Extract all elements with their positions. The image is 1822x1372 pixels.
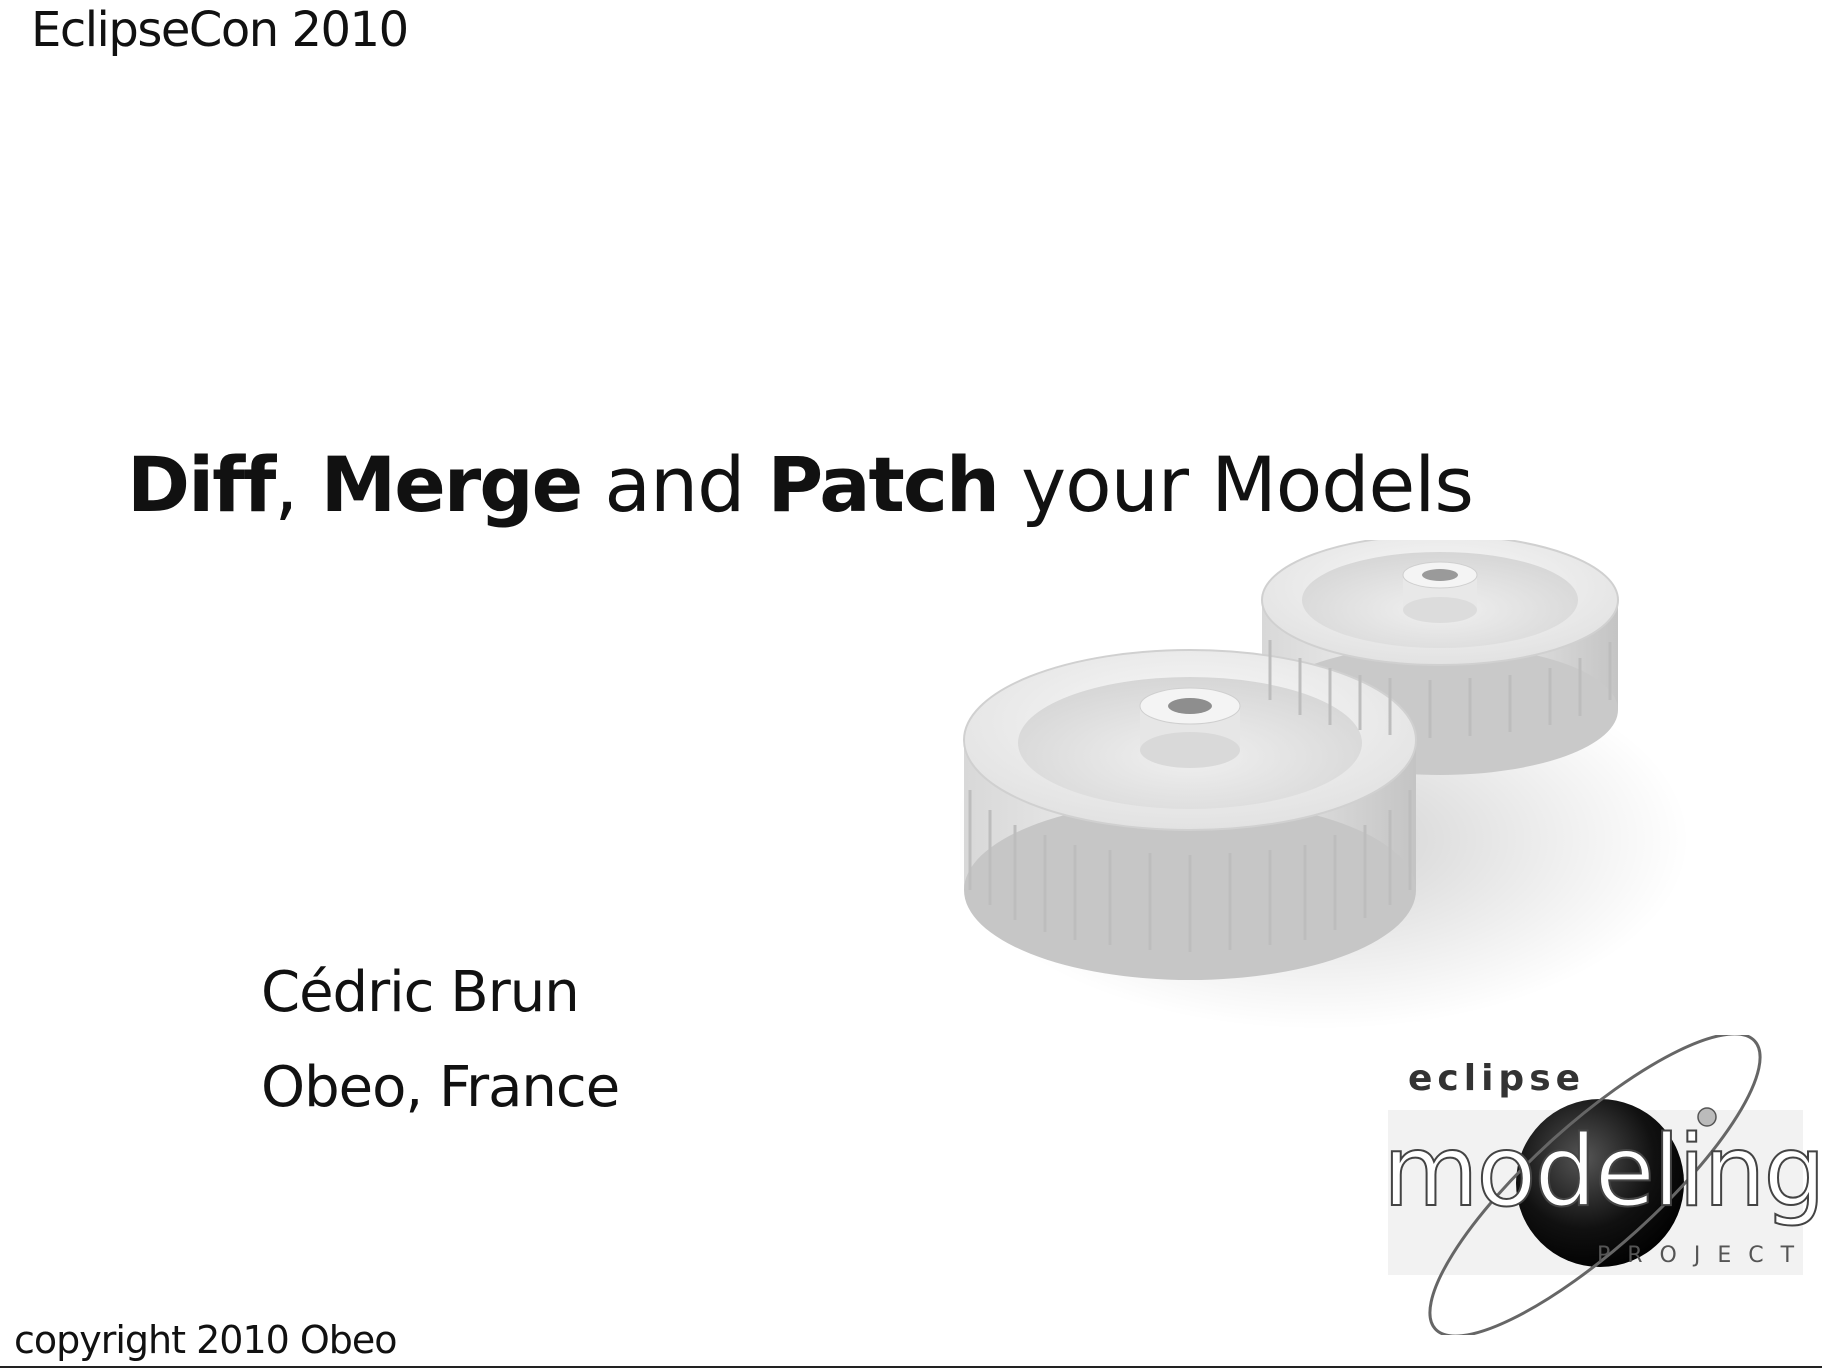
conference-title: EclipseCon 2010 bbox=[31, 2, 409, 58]
logo-project-text: PROJECT bbox=[1597, 1243, 1812, 1268]
logo-eclipse-text: eclipse bbox=[1408, 1058, 1586, 1099]
logo-modeling-text: modeling bbox=[1382, 1114, 1822, 1230]
title-your-models: your Models bbox=[1021, 440, 1474, 529]
copyright-text: copyright 2010 Obeo bbox=[14, 1318, 398, 1362]
footer-divider bbox=[0, 1366, 1822, 1368]
presentation-title: Diff, Merge and Patch your Models bbox=[127, 440, 1474, 529]
title-merge: Merge bbox=[320, 440, 584, 529]
slide: EclipseCon 2010 Diff, Merge and Patch yo… bbox=[0, 0, 1822, 1372]
title-diff: Diff bbox=[127, 440, 276, 529]
title-patch: Patch bbox=[767, 440, 1000, 529]
title-and: and bbox=[604, 440, 745, 529]
author-organization: Obeo, France bbox=[261, 1055, 620, 1120]
title-comma: , bbox=[274, 440, 298, 529]
author-name: Cédric Brun bbox=[261, 960, 580, 1025]
gears-illustration bbox=[960, 540, 1690, 1030]
